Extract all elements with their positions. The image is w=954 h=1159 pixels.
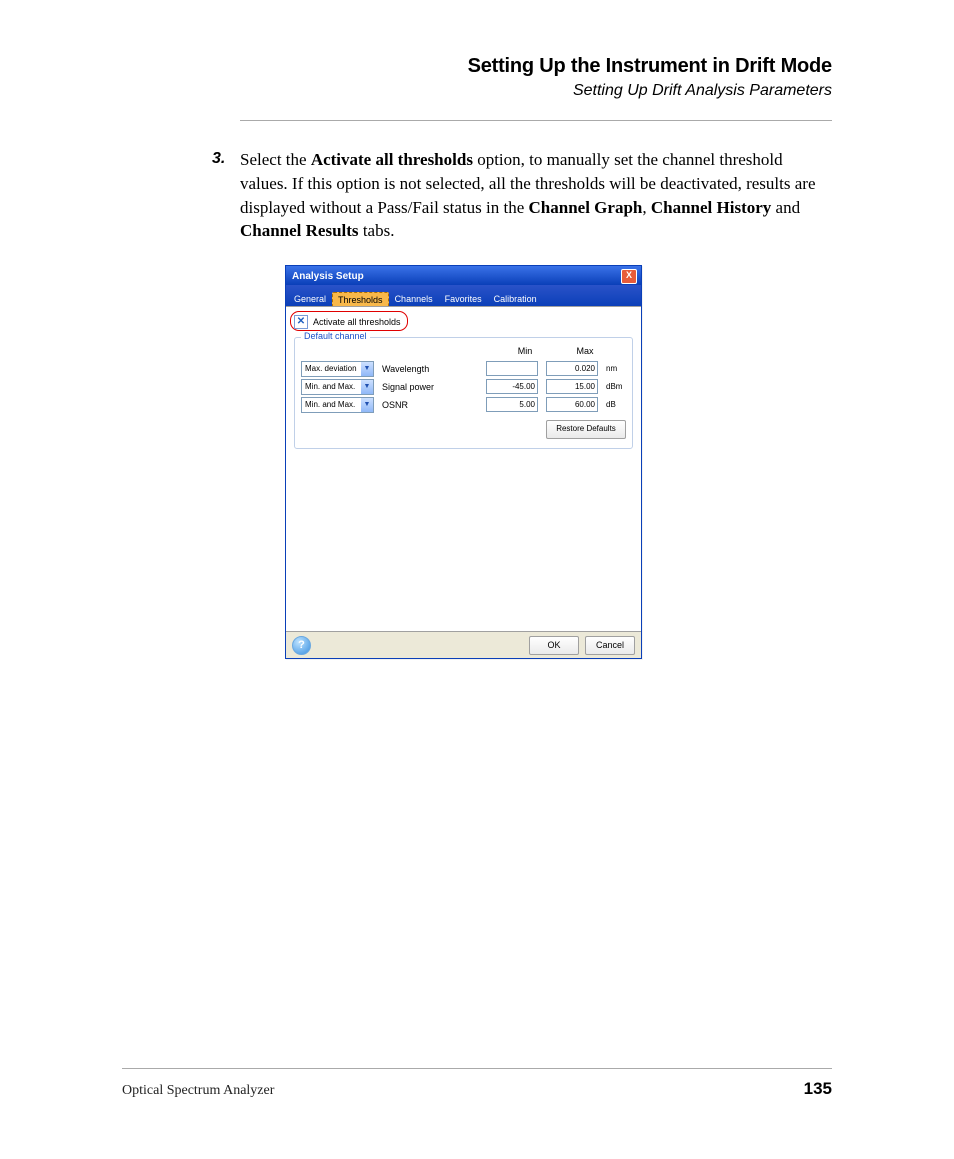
combo-value: Max. deviation: [305, 364, 357, 373]
header-divider: [240, 120, 832, 121]
text-fragment: and: [771, 198, 800, 217]
column-min-header: Min: [495, 346, 555, 356]
dialog-content: ✕ Activate all thresholds Default channe…: [286, 306, 641, 632]
tab-favorites[interactable]: Favorites: [439, 291, 488, 307]
min-input[interactable]: [486, 361, 538, 376]
dialog-title: Analysis Setup: [292, 271, 364, 282]
group-title: Default channel: [301, 331, 370, 341]
min-input[interactable]: -45.00: [486, 379, 538, 394]
activate-thresholds-checkbox[interactable]: ✕: [294, 315, 308, 329]
mode-combo[interactable]: Min. and Max. ▼: [301, 379, 374, 395]
column-max-header: Max: [555, 346, 615, 356]
bold-term: Activate all thresholds: [311, 150, 473, 169]
page-subtitle: Setting Up Drift Analysis Parameters: [468, 82, 832, 100]
dialog-footer: ? OK Cancel: [286, 631, 641, 658]
tab-general[interactable]: General: [288, 291, 332, 307]
page-title: Setting Up the Instrument in Drift Mode: [468, 55, 832, 78]
restore-defaults-button[interactable]: Restore Defaults: [546, 420, 626, 439]
mode-combo[interactable]: Min. and Max. ▼: [301, 397, 374, 413]
step-number: 3.: [212, 148, 225, 170]
tab-thresholds[interactable]: Thresholds: [332, 292, 389, 307]
text-fragment: Select the: [240, 150, 311, 169]
row-label: Wavelength: [382, 364, 452, 374]
threshold-row-wavelength: Max. deviation ▼ Wavelength 0.020 nm: [301, 360, 626, 377]
unit-label: dB: [606, 400, 626, 409]
footer-page-number: 135: [804, 1079, 832, 1099]
text-fragment: tabs.: [359, 221, 395, 240]
default-channel-group: Default channel Min Max Max. deviation ▼…: [294, 337, 633, 449]
bold-term: Channel Results: [240, 221, 359, 240]
chevron-down-icon[interactable]: ▼: [361, 380, 373, 394]
chevron-down-icon[interactable]: ▼: [361, 362, 373, 376]
row-label: OSNR: [382, 400, 452, 410]
step-text: Select the Activate all thresholds optio…: [240, 150, 816, 240]
close-button[interactable]: X: [621, 269, 637, 284]
max-input[interactable]: 15.00: [546, 379, 598, 394]
ok-button[interactable]: OK: [529, 636, 579, 655]
combo-value: Min. and Max.: [305, 400, 355, 409]
tab-bar: General Thresholds Channels Favorites Ca…: [286, 285, 641, 307]
unit-label: nm: [606, 364, 626, 373]
max-input[interactable]: 0.020: [546, 361, 598, 376]
tab-calibration[interactable]: Calibration: [488, 291, 543, 307]
tab-channels[interactable]: Channels: [389, 291, 439, 307]
max-input[interactable]: 60.00: [546, 397, 598, 412]
dialog-titlebar: Analysis Setup X: [286, 266, 641, 285]
min-input[interactable]: 5.00: [486, 397, 538, 412]
bold-term: Channel Graph: [529, 198, 643, 217]
help-button[interactable]: ?: [292, 636, 311, 655]
row-label: Signal power: [382, 382, 452, 392]
bold-term: Channel History: [651, 198, 771, 217]
footer-product: Optical Spectrum Analyzer: [122, 1083, 274, 1099]
text-fragment: ,: [642, 198, 651, 217]
combo-value: Min. and Max.: [305, 382, 355, 391]
threshold-row-osnr: Min. and Max. ▼ OSNR 5.00 60.00 dB: [301, 396, 626, 413]
analysis-setup-dialog: Analysis Setup X General Thresholds Chan…: [285, 265, 642, 659]
unit-label: dBm: [606, 382, 626, 391]
activate-thresholds-label: Activate all thresholds: [313, 317, 401, 327]
threshold-row-signal-power: Min. and Max. ▼ Signal power -45.00 15.0…: [301, 378, 626, 395]
cancel-button[interactable]: Cancel: [585, 636, 635, 655]
mode-combo[interactable]: Max. deviation ▼: [301, 361, 374, 377]
chevron-down-icon[interactable]: ▼: [361, 398, 373, 412]
